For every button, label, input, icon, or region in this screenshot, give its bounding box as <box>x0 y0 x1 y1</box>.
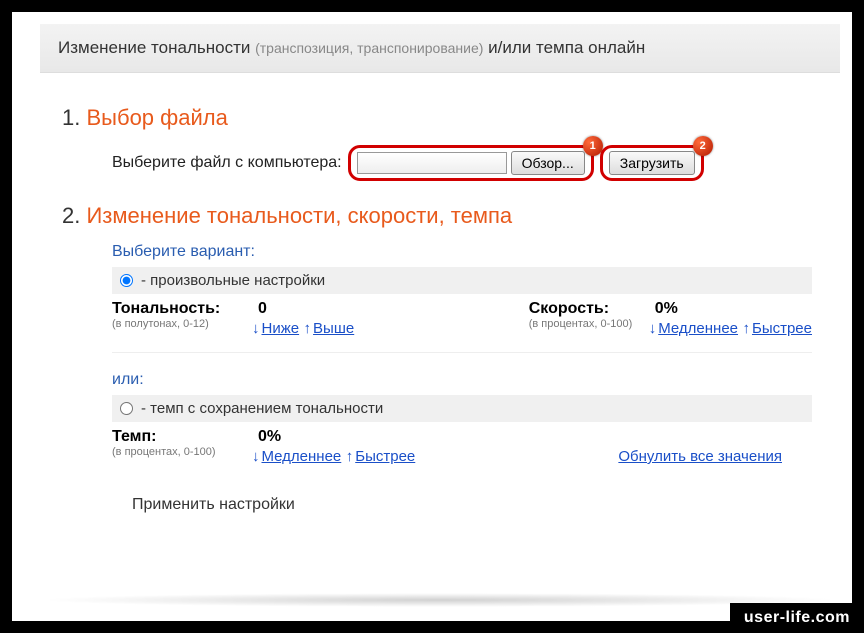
tone-lower-link[interactable]: ↓Ниже <box>252 320 299 337</box>
tempo-slower-link[interactable]: ↓Медленнее <box>252 448 341 465</box>
variant-label: Выберите вариант: <box>112 243 822 261</box>
callout-file-select: 1 Обзор... <box>348 145 594 181</box>
or-label: или: <box>112 371 822 389</box>
callout-badge-2: 2 <box>693 136 713 156</box>
reset-link[interactable]: Обнулить все значения <box>618 448 782 465</box>
speed-slower-link[interactable]: ↓Медленнее <box>649 320 738 337</box>
tone-value: 0 <box>258 300 267 317</box>
tone-higher-link[interactable]: ↑Выше <box>304 320 355 337</box>
browse-button[interactable]: Обзор... <box>511 151 585 175</box>
apply-settings[interactable]: Применить настройки <box>132 496 295 513</box>
step2-title: 2. Изменение тональности, скорости, темп… <box>62 203 822 229</box>
tempo-value: 0% <box>258 428 281 445</box>
speed-faster-link[interactable]: ↑Быстрее <box>742 320 812 337</box>
radio-tempo[interactable] <box>120 402 133 415</box>
callout-upload: 2 Загрузить <box>600 145 704 181</box>
file-select-label: Выберите файл с компьютера: <box>112 154 342 172</box>
option-tempo[interactable]: - темп с сохранением тональности <box>112 395 812 422</box>
header-title-paren: (транспозиция, транспонирование) <box>255 40 483 56</box>
file-path-input[interactable] <box>357 152 507 174</box>
header-title-post: и/или темпа онлайн <box>488 38 645 57</box>
param-speed: Скорость: (в процентах, 0-100) 0% ↓Медле… <box>529 300 812 338</box>
page-header: Изменение тональности (транспозиция, тра… <box>40 24 840 73</box>
separator <box>112 352 812 353</box>
shadow-decoration <box>40 593 840 607</box>
speed-value: 0% <box>655 300 678 317</box>
option-custom[interactable]: - произвольные настройки <box>112 267 812 294</box>
upload-button[interactable]: Загрузить <box>609 151 695 175</box>
param-tempo: Темп: (в процентах, 0-100) 0% ↓Медленнее… <box>112 428 415 466</box>
header-title-pre: Изменение тональности <box>58 38 250 57</box>
tempo-faster-link[interactable]: ↑Быстрее <box>346 448 416 465</box>
param-tone: Тональность: (в полутонах, 0-12) 0 ↓Ниже… <box>112 300 354 338</box>
radio-custom[interactable] <box>120 274 133 287</box>
step1-title: 1. Выбор файла <box>62 105 822 131</box>
watermark: user-life.com <box>730 603 864 633</box>
